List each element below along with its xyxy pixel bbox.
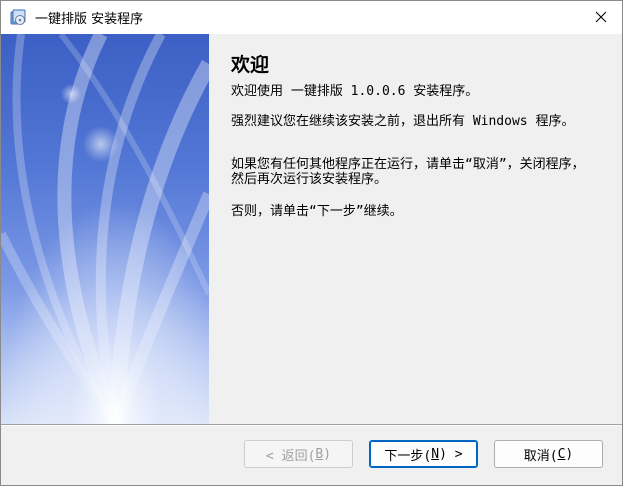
installer-app-icon (9, 9, 27, 27)
next-button-label: 下一步( (384, 448, 432, 464)
next-button-accesskey: N (431, 446, 440, 462)
welcome-panel: 欢迎 欢迎使用 一键排版 1.0.0.6 安装程序。 强烈建议您在继续该安装之前… (209, 34, 622, 424)
back-button-label: < 返回( (265, 448, 316, 464)
welcome-text-next-hint: 否则，请单击“下一步”继续。 (231, 204, 403, 219)
close-icon[interactable] (595, 11, 607, 23)
back-button-label-end: ) (323, 446, 332, 462)
welcome-banner-image (1, 34, 209, 424)
back-button-accesskey: B (315, 446, 324, 462)
welcome-text-version: 欢迎使用 一键排版 1.0.0.6 安装程序。 (231, 84, 479, 99)
back-button[interactable]: < 返回(B) (244, 440, 353, 468)
welcome-heading: 欢迎 (231, 54, 270, 76)
close-button[interactable] (586, 3, 616, 31)
cancel-button-label: 取消( (523, 448, 558, 464)
next-button[interactable]: 下一步(N) > (369, 440, 478, 468)
next-button-label-end: ) > (439, 446, 463, 462)
footer-divider (1, 424, 622, 426)
cancel-button-accesskey: C (557, 446, 566, 462)
welcome-text-cancel-hint: 如果您有任何其他程序正在运行，请单击“取消”，关闭程序，然后再次运行该安装程序。 (231, 157, 585, 187)
title-bar[interactable]: 一键排版 安装程序 (1, 1, 622, 34)
welcome-text-close-programs: 强烈建议您在继续该安装之前，退出所有 Windows 程序。 (231, 114, 575, 129)
window-title: 一键排版 安装程序 (35, 12, 144, 27)
installer-window: 一键排版 安装程序 欢迎 欢迎使用 一键排版 1.0.0.6 安装程序。 强烈建… (0, 0, 623, 486)
cancel-button-label-end: ) (565, 446, 574, 462)
cancel-button[interactable]: 取消(C) (494, 440, 603, 468)
